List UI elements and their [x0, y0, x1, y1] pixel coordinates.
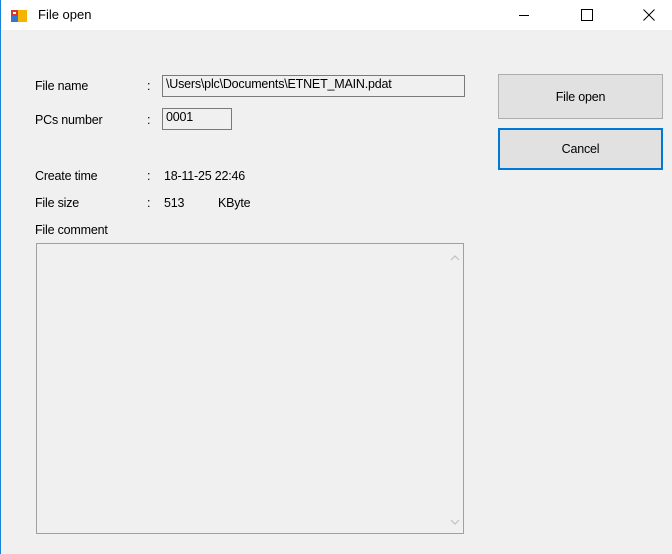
window-title: File open: [38, 7, 92, 22]
chevron-down-icon: [450, 512, 460, 530]
file-open-dialog: File open File name : \Users\plc\Documen…: [0, 0, 672, 554]
pcs-number-field[interactable]: 0001: [162, 108, 232, 130]
maximize-icon: [581, 9, 593, 21]
close-icon: [643, 9, 655, 21]
minimize-button[interactable]: [501, 0, 547, 30]
file-comment-label: File comment: [35, 223, 108, 237]
create-time-label: Create time: [35, 169, 98, 183]
file-open-button[interactable]: File open: [498, 74, 663, 119]
pcs-number-label: PCs number: [35, 113, 103, 127]
close-button[interactable]: [626, 0, 672, 30]
chevron-up-icon: [450, 248, 460, 266]
pcs-number-colon: :: [147, 113, 151, 127]
minimize-icon: [518, 9, 530, 21]
scroll-down-button[interactable]: [446, 512, 463, 529]
file-size-label: File size: [35, 196, 80, 210]
create-time-value: 18-11-25 22:46: [164, 169, 246, 183]
file-size-value: 513: [164, 196, 185, 210]
file-size-unit: KByte: [218, 196, 251, 210]
title-bar: File open: [1, 0, 672, 30]
file-name-label: File name: [35, 79, 89, 93]
create-time-colon: :: [147, 169, 151, 183]
file-name-field[interactable]: \Users\plc\Documents\ETNET_MAIN.pdat: [162, 75, 465, 97]
cancel-button[interactable]: Cancel: [498, 128, 663, 170]
file-name-colon: :: [147, 79, 151, 93]
app-window-icon: [11, 9, 27, 23]
scroll-up-button[interactable]: [446, 248, 463, 265]
maximize-button[interactable]: [564, 0, 610, 30]
file-size-colon: :: [147, 196, 151, 210]
file-comment-textarea[interactable]: [36, 243, 464, 534]
comment-scrollbar[interactable]: [446, 244, 463, 533]
